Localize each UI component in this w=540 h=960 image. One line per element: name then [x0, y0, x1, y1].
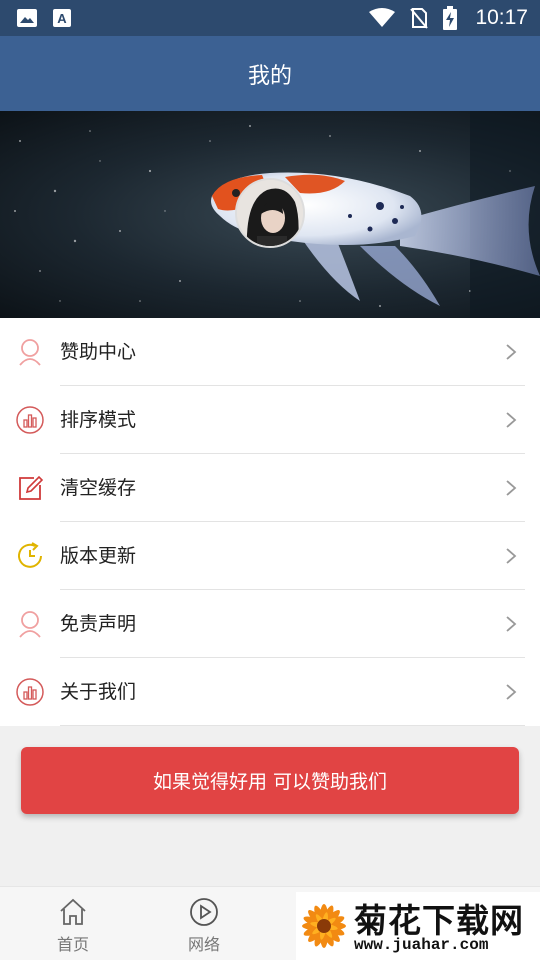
- home-icon: [60, 898, 86, 925]
- no-sim-icon: [410, 8, 429, 29]
- avatar[interactable]: [235, 178, 305, 248]
- menu-item-label: 版本更新: [60, 545, 137, 567]
- app-bar: 我的: [0, 36, 540, 111]
- user-icon: [19, 611, 41, 638]
- status-bar: A 10:17: [0, 0, 540, 36]
- chart-icon: [16, 678, 44, 706]
- nav-item-network[interactable]: 网络: [154, 887, 254, 960]
- menu-item-version-update[interactable]: 版本更新: [0, 522, 540, 590]
- sponsor-button[interactable]: 如果觉得好用 可以赞助我们: [21, 747, 519, 814]
- nav-label: 网络: [187, 935, 220, 954]
- play-icon: [190, 898, 218, 926]
- menu-item-label: 免责声明: [60, 613, 137, 635]
- status-time: 10:17: [475, 6, 528, 29]
- chevron-right-icon: [506, 616, 517, 632]
- chevron-right-icon: [506, 412, 517, 428]
- user-icon: [19, 339, 41, 366]
- edit-icon: [19, 475, 44, 500]
- chevron-right-icon: [506, 344, 517, 360]
- status-right-icons: 10:17: [369, 6, 528, 30]
- image-icon: [17, 9, 37, 27]
- menu-item-disclaimer[interactable]: 免责声明: [0, 590, 540, 658]
- svg-text:A: A: [57, 11, 67, 26]
- watermark-url: www.juahar.com: [354, 936, 489, 954]
- menu-item-label: 清空缓存: [60, 477, 137, 499]
- chevron-right-icon: [506, 480, 517, 496]
- chart-icon: [16, 406, 44, 434]
- status-left-icons: A: [16, 8, 72, 28]
- watermark-title: 菊花下载网: [354, 901, 524, 940]
- settings-menu: 赞助中心 排序模式 清空缓存 版本更新 免责声明 关于我们: [0, 318, 540, 726]
- chrysanthemum-logo: [302, 904, 346, 948]
- menu-item-sponsor-center[interactable]: 赞助中心: [0, 318, 540, 386]
- page-title: 我的: [247, 63, 292, 89]
- divider: [60, 724, 525, 726]
- battery-charging-icon: [443, 6, 458, 30]
- watermark: 菊花下载网 www.juahar.com: [296, 892, 540, 960]
- menu-item-label: 关于我们: [60, 681, 137, 703]
- font-icon: A: [53, 9, 71, 27]
- chevron-right-icon: [506, 684, 517, 700]
- menu-item-about-us[interactable]: 关于我们: [0, 658, 540, 726]
- chevron-right-icon: [506, 548, 517, 564]
- menu-item-clear-cache[interactable]: 清空缓存: [0, 454, 540, 522]
- menu-item-label: 赞助中心: [60, 341, 137, 363]
- update-clock-icon: [18, 542, 42, 568]
- menu-item-label: 排序模式: [60, 409, 137, 431]
- nav-label: 首页: [56, 935, 89, 954]
- menu-item-sort-mode[interactable]: 排序模式: [0, 386, 540, 454]
- wifi-icon: [369, 8, 396, 27]
- nav-item-home[interactable]: 首页: [23, 887, 123, 960]
